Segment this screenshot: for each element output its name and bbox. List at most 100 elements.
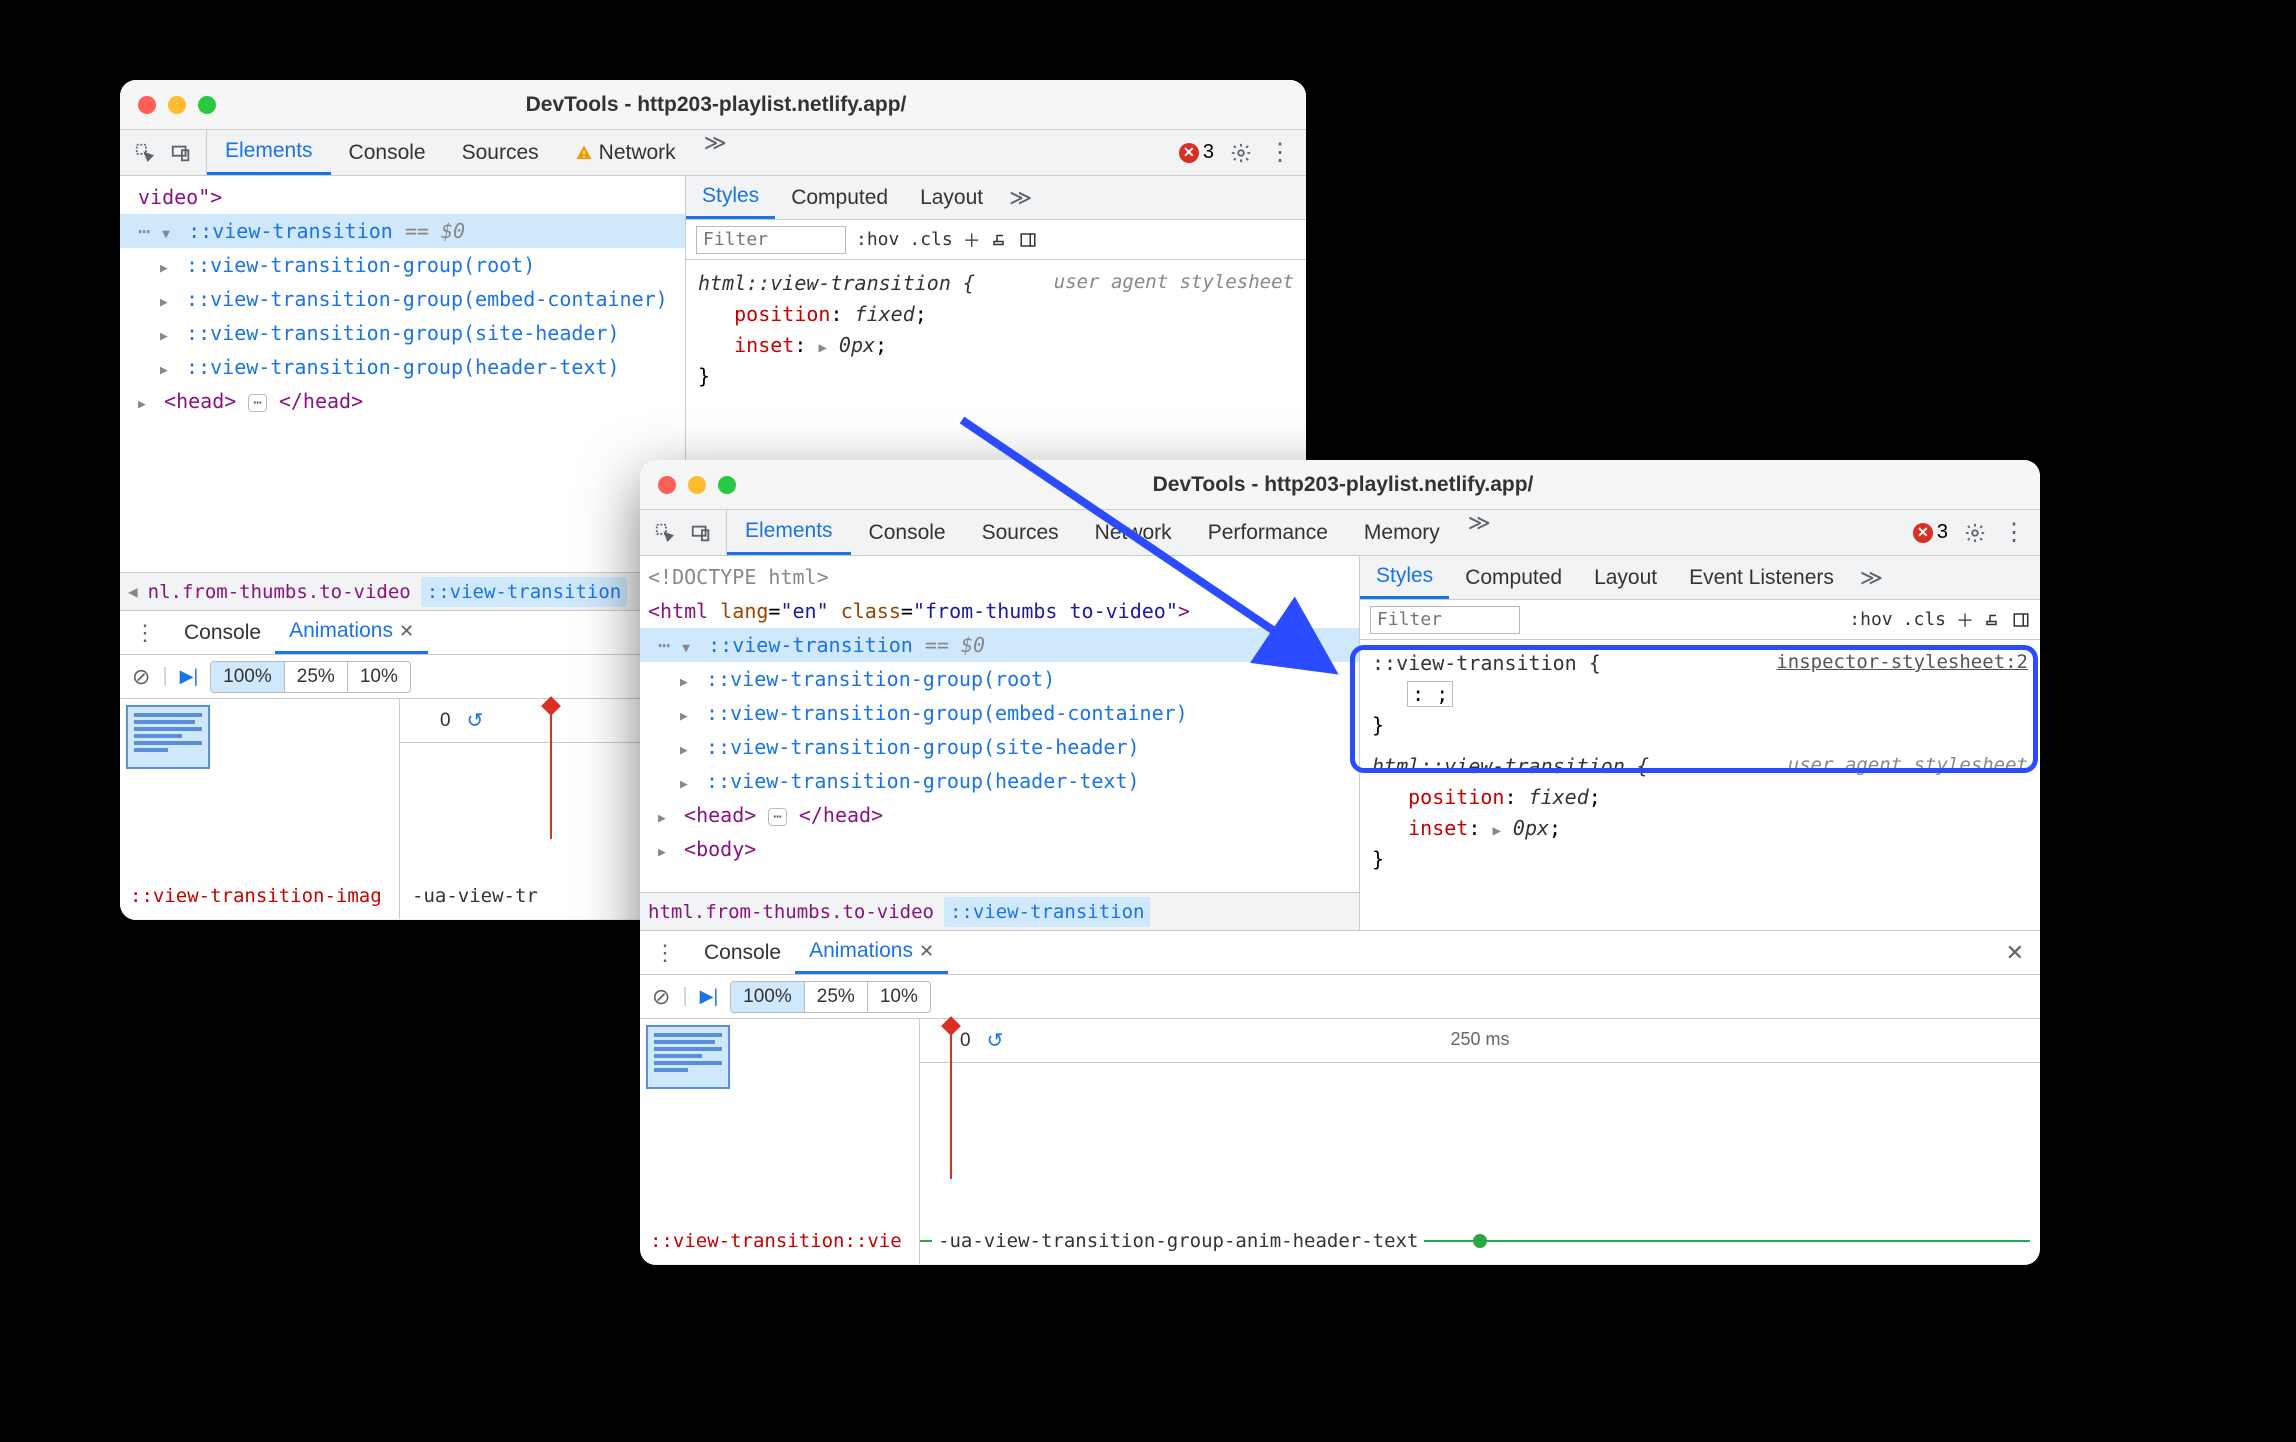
hov-button[interactable]: :hov: [1849, 609, 1892, 630]
speed-100[interactable]: 100%: [211, 662, 285, 692]
tab-elements[interactable]: Elements: [207, 130, 331, 175]
cls-button[interactable]: .cls: [909, 229, 952, 250]
dom-row[interactable]: <body>: [640, 832, 1359, 866]
dom-row[interactable]: video">: [120, 180, 685, 214]
tab-computed[interactable]: Computed: [775, 176, 904, 219]
gear-icon[interactable]: [1964, 522, 1986, 544]
tab-memory[interactable]: Memory: [1346, 510, 1458, 555]
device-toggle-icon[interactable]: [170, 142, 192, 164]
tab-computed[interactable]: Computed: [1449, 556, 1578, 599]
dom-row[interactable]: <head> ⋯ </head>: [120, 384, 685, 418]
tab-console[interactable]: Console: [851, 510, 964, 555]
rule-source[interactable]: user agent stylesheet: [1054, 268, 1294, 297]
animation-thumb[interactable]: [646, 1025, 730, 1089]
kebab-menu-icon[interactable]: ⋮: [1268, 138, 1292, 167]
chevron-left-icon[interactable]: ◀: [128, 582, 138, 601]
sidebar-more-icon[interactable]: ≫: [999, 185, 1042, 211]
tab-layout[interactable]: Layout: [1578, 556, 1673, 599]
dom-row[interactable]: ::view-transition-group(header-text): [120, 350, 685, 384]
playhead[interactable]: [550, 699, 552, 839]
new-rule-block[interactable]: inspector-stylesheet:2 ::view-transition…: [1372, 648, 2028, 741]
rule-selector[interactable]: html::view-transition {: [1372, 754, 1649, 778]
cls-button[interactable]: .cls: [1903, 609, 1946, 630]
drawer-menu-icon[interactable]: ⋮: [120, 620, 170, 646]
tab-event-listeners[interactable]: Event Listeners: [1673, 556, 1850, 599]
styles-pane[interactable]: inspector-stylesheet:2 ::view-transition…: [1360, 640, 2040, 930]
speed-10[interactable]: 10%: [348, 662, 410, 692]
kebab-menu-icon[interactable]: ⋮: [2002, 518, 2026, 547]
clear-icon[interactable]: ⊘: [132, 664, 150, 690]
property-editing-input[interactable]: : ;: [1408, 682, 1452, 706]
error-count[interactable]: ✕ 3: [1913, 521, 1948, 544]
track-element[interactable]: ::view-transition-imag: [120, 872, 400, 919]
animation-thumb[interactable]: [126, 705, 210, 769]
timeline-keyframe[interactable]: [1473, 1234, 1487, 1248]
inspect-icon[interactable]: [654, 522, 676, 544]
dom-row[interactable]: ::view-transition-group(header-text): [640, 764, 1359, 798]
rule-selector[interactable]: html::view-transition {: [698, 271, 975, 295]
breadcrumb-item-active[interactable]: ::view-transition: [944, 897, 1150, 927]
dom-tree[interactable]: <!DOCTYPE html> <html lang="en" class="f…: [640, 556, 1359, 892]
dom-row[interactable]: ::view-transition-group(embed-container): [640, 696, 1359, 730]
tab-network[interactable]: Network: [1077, 510, 1190, 555]
rule-source-link[interactable]: inspector-stylesheet:2: [1776, 648, 2028, 677]
replay-icon[interactable]: ↺: [987, 1028, 1004, 1053]
play-icon[interactable]: ▶|: [180, 666, 199, 687]
breadcrumb[interactable]: ◀ nl.from-thumbs.to-video ::view-transit…: [120, 572, 685, 610]
tabs-more-icon[interactable]: ≫: [1458, 510, 1501, 555]
drawer-close-icon[interactable]: ✕: [1990, 940, 2040, 966]
dom-tree[interactable]: video"> ⋯ ::view-transition == $0 ::view…: [120, 176, 685, 572]
dom-row[interactable]: <head> ⋯ </head>: [640, 798, 1359, 832]
breadcrumb-item-active[interactable]: ::view-transition: [421, 577, 627, 607]
dom-row[interactable]: <!DOCTYPE html>: [640, 560, 1359, 594]
filter-input[interactable]: [696, 226, 846, 254]
dom-row[interactable]: ::view-transition-group(embed-container): [120, 282, 685, 316]
tab-elements[interactable]: Elements: [727, 510, 851, 555]
dom-row-selected[interactable]: ⋯ ::view-transition == $0: [120, 214, 685, 248]
drawer-tab-console[interactable]: Console: [170, 611, 275, 654]
drawer-tab-animations[interactable]: Animations✕: [795, 931, 948, 974]
sidebar-more-icon[interactable]: ≫: [1850, 565, 1893, 591]
animation-groups[interactable]: [640, 1019, 920, 1217]
panel-toggle-icon[interactable]: [2012, 611, 2030, 629]
minimize-icon[interactable]: [688, 476, 706, 494]
dom-row[interactable]: <html lang="en" class="from-thumbs to-vi…: [640, 594, 1359, 628]
tab-console[interactable]: Console: [331, 130, 444, 175]
filter-input[interactable]: [1370, 606, 1520, 634]
dom-row[interactable]: ::view-transition-group(site-header): [120, 316, 685, 350]
replay-icon[interactable]: ↺: [467, 708, 484, 733]
play-icon[interactable]: ▶|: [700, 986, 719, 1007]
breadcrumb-item[interactable]: nl.from-thumbs.to-video: [148, 581, 411, 603]
tab-sources[interactable]: Sources: [444, 130, 557, 175]
speed-25[interactable]: 25%: [285, 662, 348, 692]
animation-groups[interactable]: [120, 699, 400, 872]
zoom-icon[interactable]: [198, 96, 216, 114]
close-icon[interactable]: [658, 476, 676, 494]
hov-button[interactable]: :hov: [856, 229, 899, 250]
tab-styles[interactable]: Styles: [686, 176, 775, 219]
animation-track-row[interactable]: ::view-transition::vie -ua-view-transiti…: [640, 1217, 2040, 1265]
panel-toggle-icon[interactable]: [1019, 231, 1037, 249]
error-count[interactable]: ✕ 3: [1179, 141, 1214, 164]
minimize-icon[interactable]: [168, 96, 186, 114]
track-element[interactable]: ::view-transition::vie: [640, 1217, 920, 1264]
inspect-icon[interactable]: [134, 142, 156, 164]
drawer-tab-animations[interactable]: Animations✕: [275, 611, 428, 654]
tab-layout[interactable]: Layout: [904, 176, 999, 219]
plus-icon[interactable]: ＋: [963, 227, 981, 253]
dom-row[interactable]: ::view-transition-group(root): [640, 662, 1359, 696]
clear-icon[interactable]: ⊘: [652, 984, 670, 1010]
brush-icon[interactable]: [991, 231, 1009, 249]
speed-10[interactable]: 10%: [868, 982, 930, 1012]
tab-styles[interactable]: Styles: [1360, 556, 1449, 599]
speed-25[interactable]: 25%: [805, 982, 868, 1012]
breadcrumb-item[interactable]: html.from-thumbs.to-video: [648, 901, 934, 923]
speed-100[interactable]: 100%: [731, 982, 805, 1012]
dom-row[interactable]: ::view-transition-group(root): [120, 248, 685, 282]
dom-row-selected[interactable]: ⋯ ::view-transition == $0: [640, 628, 1359, 662]
tab-sources[interactable]: Sources: [964, 510, 1077, 555]
drawer-menu-icon[interactable]: ⋮: [640, 940, 690, 966]
plus-icon[interactable]: ＋: [1956, 607, 1974, 633]
rule-selector[interactable]: ::view-transition {: [1372, 651, 1601, 675]
tab-network[interactable]: Network: [557, 130, 694, 175]
